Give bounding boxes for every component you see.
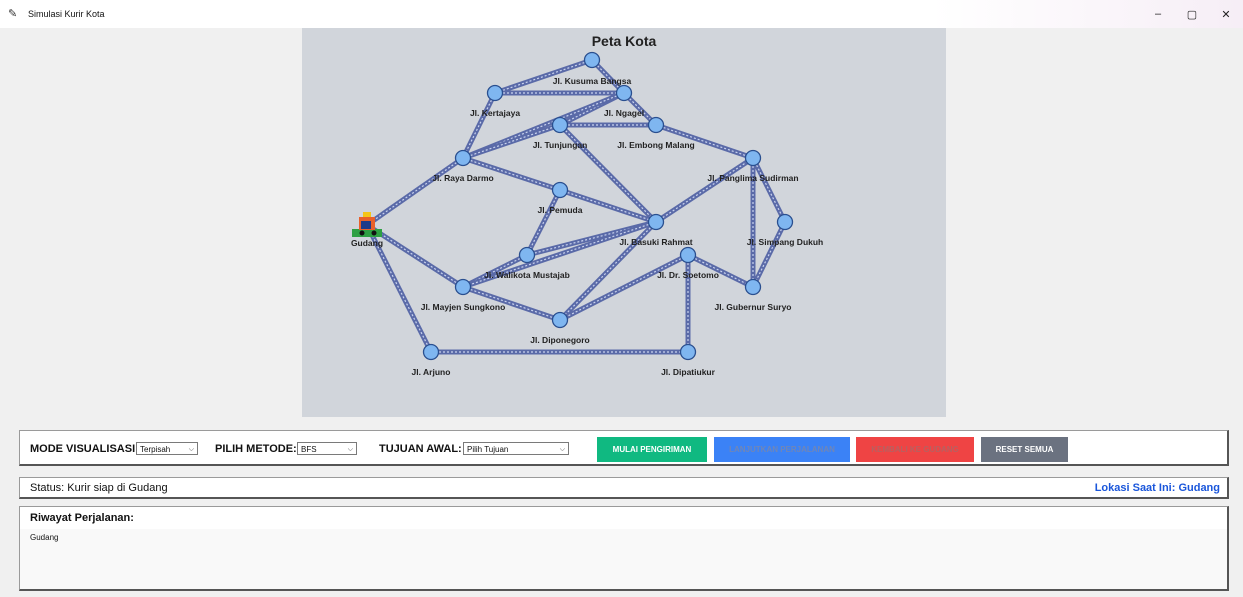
map-title: Peta Kota xyxy=(592,33,657,49)
map-node-kertajaya[interactable] xyxy=(486,84,504,102)
map-node-simpang[interactable] xyxy=(776,213,794,231)
map-node-label: Jl. Simpang Dukuh xyxy=(747,237,824,247)
minimize-button[interactable]: – xyxy=(1141,0,1175,28)
map-node-raya[interactable] xyxy=(454,149,472,167)
map-node-label: Jl. Kertajaya xyxy=(470,108,520,118)
map-node-label: Jl. Dr. Soetomo xyxy=(657,270,719,280)
title-bar: ✎ Simulasi Kurir Kota – ▢ ✕ xyxy=(0,0,1243,28)
map-node-label: Jl. Walikota Mustajab xyxy=(484,270,570,280)
map-node-walikota[interactable] xyxy=(518,246,536,264)
map-node-mayjen[interactable] xyxy=(454,278,472,296)
map-node-embong[interactable] xyxy=(647,116,665,134)
map-canvas: Peta Kota Gudang Jl. Kusuma Bangsa Jl. Ker… xyxy=(351,33,824,377)
mode-select[interactable]: Terpisah ⌵ xyxy=(136,442,198,455)
map-node-gubernur[interactable] xyxy=(744,278,762,296)
target-label: TUJUAN AWAL: xyxy=(379,443,462,455)
map-node-label: Jl. Ngagel xyxy=(604,108,644,118)
control-panel: MODE VISUALISASI: Terpisah ⌵ PILIH METOD… xyxy=(19,430,1229,466)
map-node-kusuma[interactable] xyxy=(583,51,601,69)
map-node-label: Jl. Arjuno xyxy=(412,367,451,377)
map-node-soetomo[interactable] xyxy=(679,246,697,264)
method-select[interactable]: BFS ⌵ xyxy=(297,442,357,455)
map-node-label: Jl. Tunjungan xyxy=(533,140,588,150)
status-bar: Status: Kurir siap di Gudang Lokasi Saat… xyxy=(19,477,1229,499)
method-label: PILIH METODE: xyxy=(215,443,297,455)
current-location: Lokasi Saat Ini: Gudang xyxy=(1094,482,1220,494)
map-node-diponegoro[interactable] xyxy=(551,311,569,329)
reset-all-button[interactable]: RESET SEMUA xyxy=(981,437,1068,462)
feather-icon: ✎ xyxy=(8,8,18,20)
chevron-down-icon: ⌵ xyxy=(559,446,565,453)
target-select-value: Pilih Tujuan xyxy=(467,445,509,454)
history-log[interactable]: Gudang xyxy=(20,529,1227,589)
history-entry: Gudang xyxy=(30,533,59,542)
map-node-label: Jl. Diponegoro xyxy=(530,335,590,345)
start-delivery-button[interactable]: MULAI PENGIRIMAN xyxy=(597,437,707,462)
map-node-dipatiukur[interactable] xyxy=(679,343,697,361)
status-text: Status: Kurir siap di Gudang xyxy=(30,482,168,494)
chevron-down-icon: ⌵ xyxy=(347,446,353,453)
map-node-label: Jl. Panglima Sudirman xyxy=(707,173,798,183)
map-node-label: Jl. Raya Darmo xyxy=(432,173,493,183)
window-title: Simulasi Kurir Kota xyxy=(28,9,105,19)
target-select[interactable]: Pilih Tujuan ⌵ xyxy=(463,442,569,455)
chevron-down-icon: ⌵ xyxy=(188,446,194,453)
back-to-depot-button[interactable]: KEMBALI KE GUDANG xyxy=(856,437,974,462)
map-node-label: Gudang xyxy=(351,238,383,248)
map-node-label: Jl. Embong Malang xyxy=(617,140,694,150)
map-node-label: Jl. Pemuda xyxy=(538,205,583,215)
map-node-basuki[interactable] xyxy=(647,213,665,231)
close-button[interactable]: ✕ xyxy=(1209,0,1243,28)
map-node-label: Jl. Dipatiukur xyxy=(661,367,716,377)
map-node-label: Jl. Gubernur Suryo xyxy=(715,302,792,312)
map-node-arjuno[interactable] xyxy=(422,343,440,361)
method-select-value: BFS xyxy=(301,445,317,454)
map-node-tunjungan[interactable] xyxy=(551,116,569,134)
restore-button[interactable]: ▢ xyxy=(1175,0,1209,28)
mode-select-value: Terpisah xyxy=(140,445,171,454)
history-panel: Riwayat Perjalanan: Gudang xyxy=(19,506,1229,591)
continue-journey-button[interactable]: LANJUTKAN PERJALANAN xyxy=(714,437,850,462)
map-node-panglima[interactable] xyxy=(744,149,762,167)
map-node-pemuda[interactable] xyxy=(551,181,569,199)
history-heading: Riwayat Perjalanan: xyxy=(30,512,134,524)
map-node-label: Jl. Mayjen Sungkono xyxy=(421,302,506,312)
mode-label: MODE VISUALISASI: xyxy=(30,443,139,455)
map-node-label: Jl. Kusuma Bangsa xyxy=(553,76,632,86)
map-node-label: Jl. Basuki Rahmat xyxy=(619,237,692,247)
city-map: Peta Kota Gudang Jl. Kusuma Bangsa Jl. Ker… xyxy=(302,28,946,417)
map-node-ngagel[interactable] xyxy=(615,84,633,102)
